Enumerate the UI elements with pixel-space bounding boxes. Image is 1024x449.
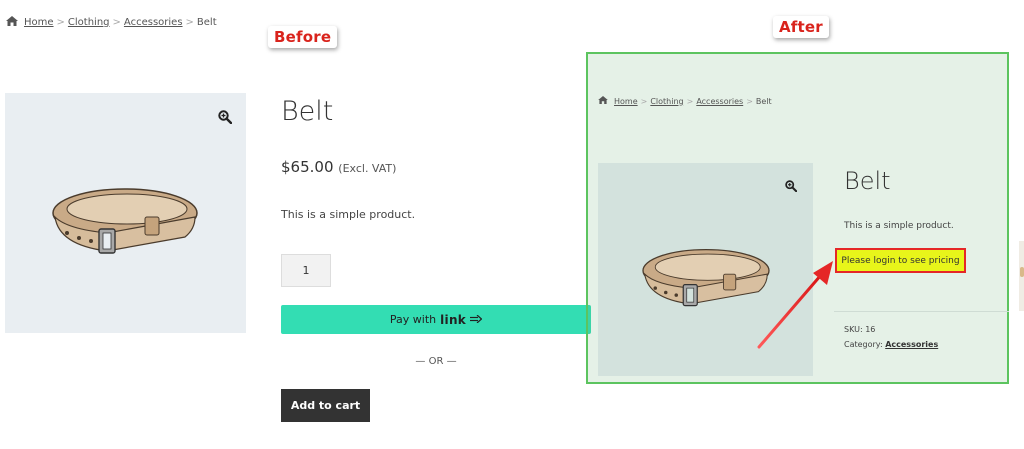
product-category: Category: Accessories bbox=[844, 340, 938, 349]
or-separator: — OR — bbox=[415, 356, 457, 367]
zoom-icon[interactable] bbox=[218, 109, 233, 125]
product-description-before: This is a simple product. bbox=[281, 208, 416, 221]
product-title-before: Belt bbox=[281, 96, 334, 127]
breadcrumb-separator: > bbox=[56, 17, 65, 28]
login-to-see-pricing-notice[interactable]: Please login to see pricing bbox=[835, 248, 966, 273]
breadcrumb-separator: > bbox=[640, 96, 648, 106]
after-stamp: After bbox=[773, 16, 829, 38]
home-icon bbox=[6, 16, 18, 29]
annotation-arrow-icon bbox=[757, 261, 833, 349]
category-link[interactable]: Accessories bbox=[885, 340, 938, 349]
home-icon bbox=[598, 96, 608, 106]
sku-value: 16 bbox=[865, 325, 876, 334]
breadcrumb-separator: > bbox=[185, 17, 194, 28]
breadcrumb-current: Belt bbox=[196, 17, 217, 28]
meta-divider bbox=[834, 311, 1009, 312]
breadcrumb-separator: > bbox=[686, 96, 694, 106]
pay-label: Pay with bbox=[389, 313, 437, 326]
price-amount: $65.00 bbox=[281, 158, 334, 176]
category-label: Category: bbox=[844, 340, 883, 349]
breadcrumb-separator: > bbox=[746, 96, 753, 106]
product-image-before[interactable] bbox=[5, 93, 246, 333]
breadcrumb-after: Home > Clothing > Accessories > Belt bbox=[598, 96, 772, 106]
before-stamp: Before bbox=[268, 26, 338, 48]
thumbnail-fragment-mark bbox=[1020, 267, 1024, 277]
pay-with-link-button[interactable]: Pay with link bbox=[281, 305, 591, 334]
edge-thumbnail-fragment bbox=[1019, 241, 1024, 311]
zoom-icon[interactable] bbox=[785, 177, 799, 193]
breadcrumb-home-link[interactable]: Home bbox=[24, 17, 54, 28]
breadcrumb-accessories-link[interactable]: Accessories bbox=[124, 17, 183, 28]
breadcrumb-before: Home > Clothing > Accessories > Belt bbox=[6, 16, 217, 29]
breadcrumb-current: Belt bbox=[755, 96, 772, 106]
quantity-input[interactable]: 1 bbox=[281, 254, 331, 287]
sku-label: SKU: bbox=[844, 325, 863, 334]
product-description-after: This is a simple product. bbox=[844, 221, 954, 231]
product-title-after: Belt bbox=[844, 167, 891, 195]
breadcrumb-separator: > bbox=[112, 17, 121, 28]
add-to-cart-button[interactable]: Add to cart bbox=[281, 389, 370, 422]
breadcrumb-clothing-link[interactable]: Clothing bbox=[68, 17, 110, 28]
breadcrumb-clothing-link[interactable]: Clothing bbox=[650, 97, 683, 106]
product-price: $65.00 (Excl. VAT) bbox=[281, 158, 396, 176]
breadcrumb-home-link[interactable]: Home bbox=[614, 97, 638, 106]
belt-illustration bbox=[52, 188, 198, 254]
product-sku: SKU: 16 bbox=[844, 325, 875, 334]
link-brand: link bbox=[440, 312, 467, 327]
breadcrumb-accessories-link[interactable]: Accessories bbox=[696, 97, 743, 106]
arrow-right-icon bbox=[470, 313, 483, 326]
price-tax-note: (Excl. VAT) bbox=[338, 162, 397, 175]
